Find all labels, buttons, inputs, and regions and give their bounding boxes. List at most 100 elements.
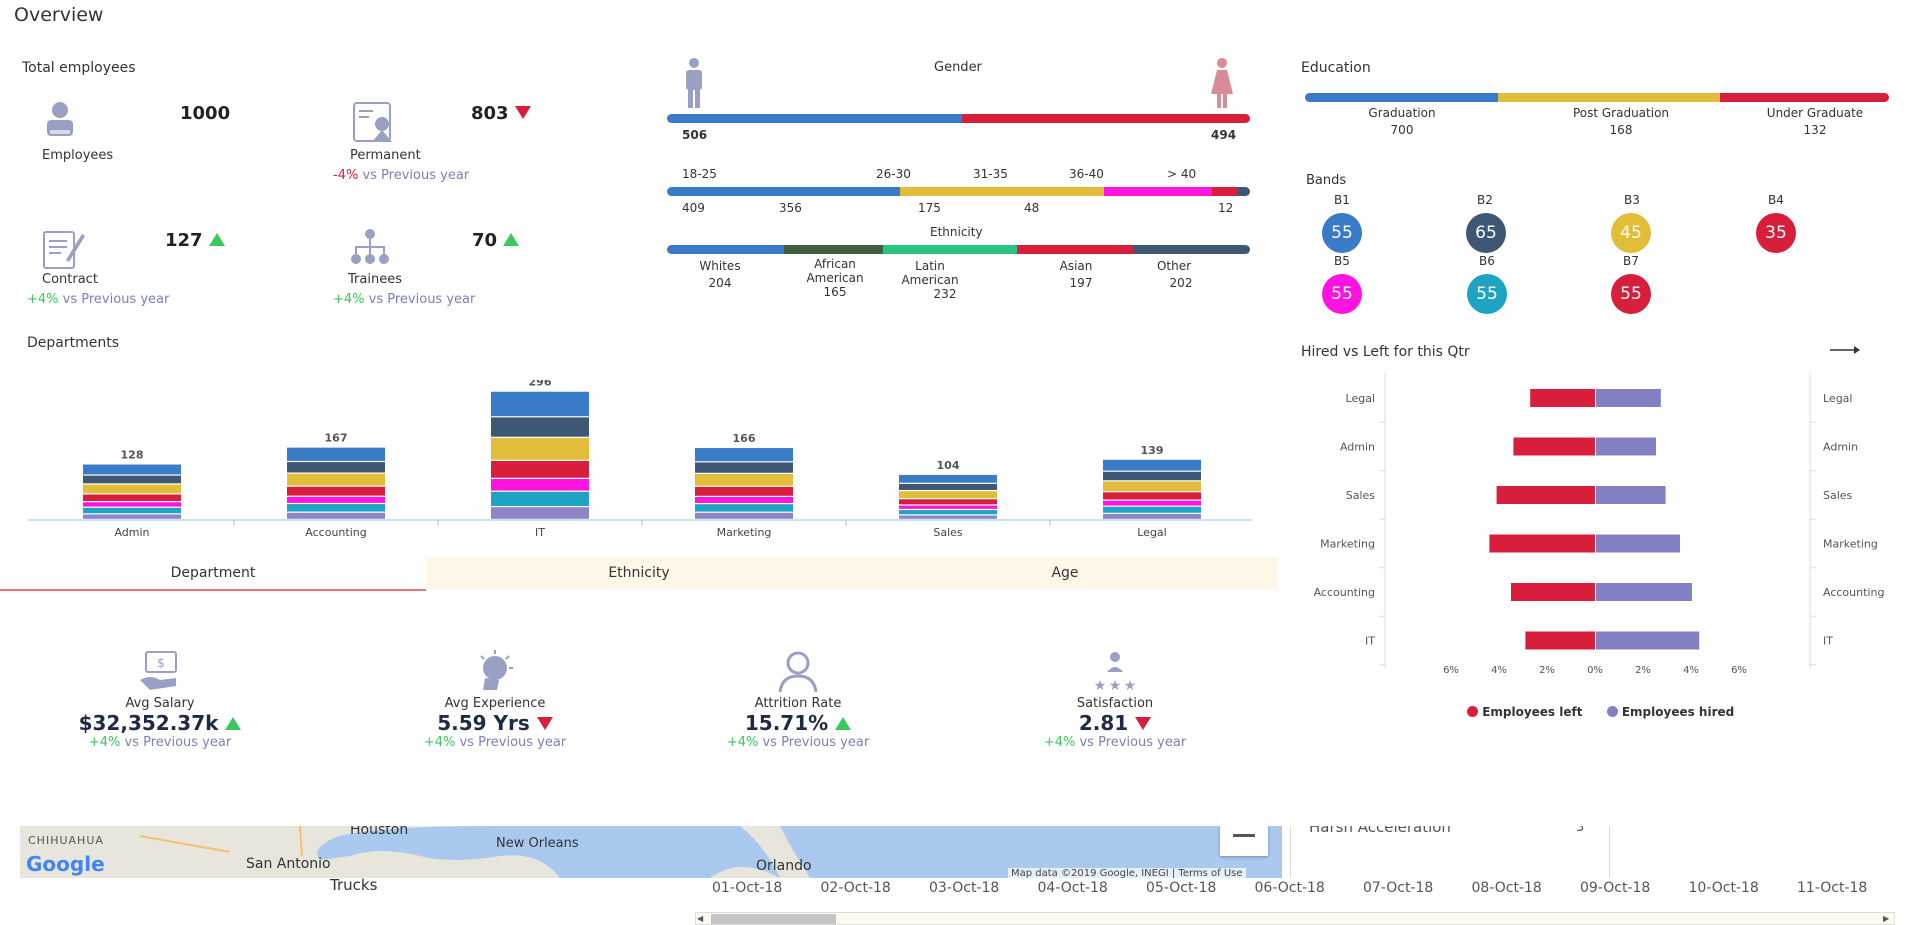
category-label: Legal [1823, 392, 1852, 405]
bar-segment[interactable] [695, 486, 793, 496]
bar-segment[interactable] [899, 515, 997, 519]
scroll-right-icon[interactable]: ▶ [1883, 914, 1893, 924]
category-label: IT [535, 526, 545, 539]
bar-segment[interactable] [695, 512, 793, 519]
band-b2-label: B2 [1477, 193, 1493, 207]
bar-employees-left[interactable] [1489, 534, 1595, 553]
bar-total-label: 128 [121, 449, 144, 462]
bar-segment[interactable] [491, 417, 589, 437]
experience-icon [395, 650, 595, 696]
bar-segment[interactable] [287, 504, 385, 512]
legend-hired-swatch [1606, 706, 1618, 717]
bar-segment[interactable] [695, 448, 793, 462]
bar-employees-hired[interactable] [1596, 389, 1661, 407]
date-label: 03-Oct-18 [929, 880, 1000, 896]
band-b2-badge: 65 [1466, 213, 1506, 253]
bar-segment[interactable] [491, 491, 589, 506]
bar-segment[interactable] [1103, 492, 1201, 500]
tab-age[interactable]: Age [852, 557, 1278, 589]
bar-segment[interactable] [899, 491, 997, 499]
map-attribution: Map data ©2019 Google, INEGI | Terms of … [1008, 868, 1246, 878]
bar-employees-left[interactable] [1530, 389, 1595, 407]
bar-employees-hired[interactable] [1596, 583, 1692, 601]
bar-segment[interactable] [83, 494, 181, 502]
gender-bar [667, 114, 1250, 123]
total-employees-title: Total employees [22, 60, 136, 76]
minus-icon [1233, 834, 1255, 837]
harsh-value: 3 [1576, 826, 1585, 835]
bar-employees-left[interactable] [1513, 437, 1595, 456]
male-count: 506 [682, 128, 708, 142]
departments-title: Departments [27, 335, 120, 351]
date-label: 04-Oct-18 [1037, 880, 1108, 896]
bar-segment[interactable] [83, 464, 181, 475]
category-label: Sales [1823, 489, 1853, 502]
bar-segment[interactable] [1103, 513, 1201, 519]
bar-segment[interactable] [83, 502, 181, 507]
bar-segment[interactable] [287, 486, 385, 496]
horizontal-scrollbar[interactable]: ◀ ▶ [695, 912, 1895, 925]
bar-segment[interactable] [1103, 500, 1201, 506]
bar-segment[interactable] [491, 391, 589, 417]
bar-employees-hired[interactable] [1596, 534, 1680, 553]
hired-left-title: Hired vs Left for this Qtr [1301, 344, 1470, 360]
education-title: Education [1301, 60, 1371, 76]
category-label: Legal [1346, 392, 1375, 405]
map-zoom-out-button[interactable] [1220, 826, 1268, 856]
map-area[interactable]: CHIHUAHUA San Antonio Houston New Orlean… [20, 826, 1282, 878]
bar-segment[interactable] [899, 474, 997, 483]
bar-segment[interactable] [491, 507, 589, 519]
bar-segment[interactable] [899, 510, 997, 515]
bar-segment[interactable] [1103, 471, 1201, 481]
bar-segment[interactable] [83, 475, 181, 484]
map-label-new-orleans: New Orleans [496, 836, 579, 851]
ethnicity-segment-latin-american [882, 245, 1017, 254]
bar-segment[interactable] [1103, 459, 1201, 471]
bar-segment[interactable] [491, 437, 589, 460]
bar-segment[interactable] [695, 473, 793, 486]
google-logo: Google [26, 852, 105, 876]
bar-employees-left[interactable] [1496, 486, 1595, 504]
employees-icon [42, 100, 78, 144]
legend-hired-label: Employees hired [1621, 705, 1735, 719]
bar-segment[interactable] [695, 462, 793, 473]
bar-employees-hired[interactable] [1596, 437, 1656, 456]
bar-segment[interactable] [83, 484, 181, 494]
age-bar [667, 187, 1250, 196]
kpi-label: Avg Salary [125, 696, 195, 711]
bar-employees-left[interactable] [1525, 631, 1595, 650]
bar-segment[interactable] [287, 496, 385, 503]
bar-segment[interactable] [491, 460, 589, 478]
bar-segment[interactable] [695, 496, 793, 503]
svg-text:★: ★ [1124, 678, 1137, 692]
bar-segment[interactable] [899, 499, 997, 505]
bar-segment[interactable] [287, 473, 385, 486]
tab-ethnicity[interactable]: Ethnicity [426, 557, 852, 589]
bar-segment[interactable] [83, 514, 181, 519]
scrollbar-thumb[interactable] [711, 914, 836, 924]
bar-segment[interactable] [287, 512, 385, 519]
bar-employees-hired[interactable] [1596, 486, 1666, 504]
bar-segment[interactable] [695, 504, 793, 512]
scroll-left-icon[interactable]: ◀ [697, 914, 707, 924]
bar-segment[interactable] [1103, 481, 1201, 492]
bar-segment[interactable] [899, 483, 997, 490]
bar-segment[interactable] [899, 505, 997, 509]
tab-department[interactable]: Department [0, 557, 426, 591]
ethnicity-bar [667, 245, 1250, 254]
bar-segment[interactable] [1103, 506, 1201, 513]
contract-value: 127 [165, 230, 225, 251]
svg-text:$: $ [157, 656, 165, 670]
bar-segment[interactable] [83, 507, 181, 514]
bar-segment[interactable] [287, 447, 385, 461]
bar-segment[interactable] [287, 462, 385, 473]
bar-employees-left[interactable] [1511, 583, 1595, 601]
bar-employees-hired[interactable] [1596, 631, 1700, 650]
hired-left-legend: Employees left Employees hired [1467, 705, 1734, 719]
x-tick-label: 0% [1587, 665, 1603, 676]
age-segment-over-40 [1238, 187, 1250, 196]
arrow-right-icon[interactable] [1830, 341, 1860, 360]
kpi-comparison: +4% vs Previous year [726, 735, 870, 750]
bar-segment[interactable] [491, 478, 589, 491]
date-label: 02-Oct-18 [820, 880, 891, 896]
